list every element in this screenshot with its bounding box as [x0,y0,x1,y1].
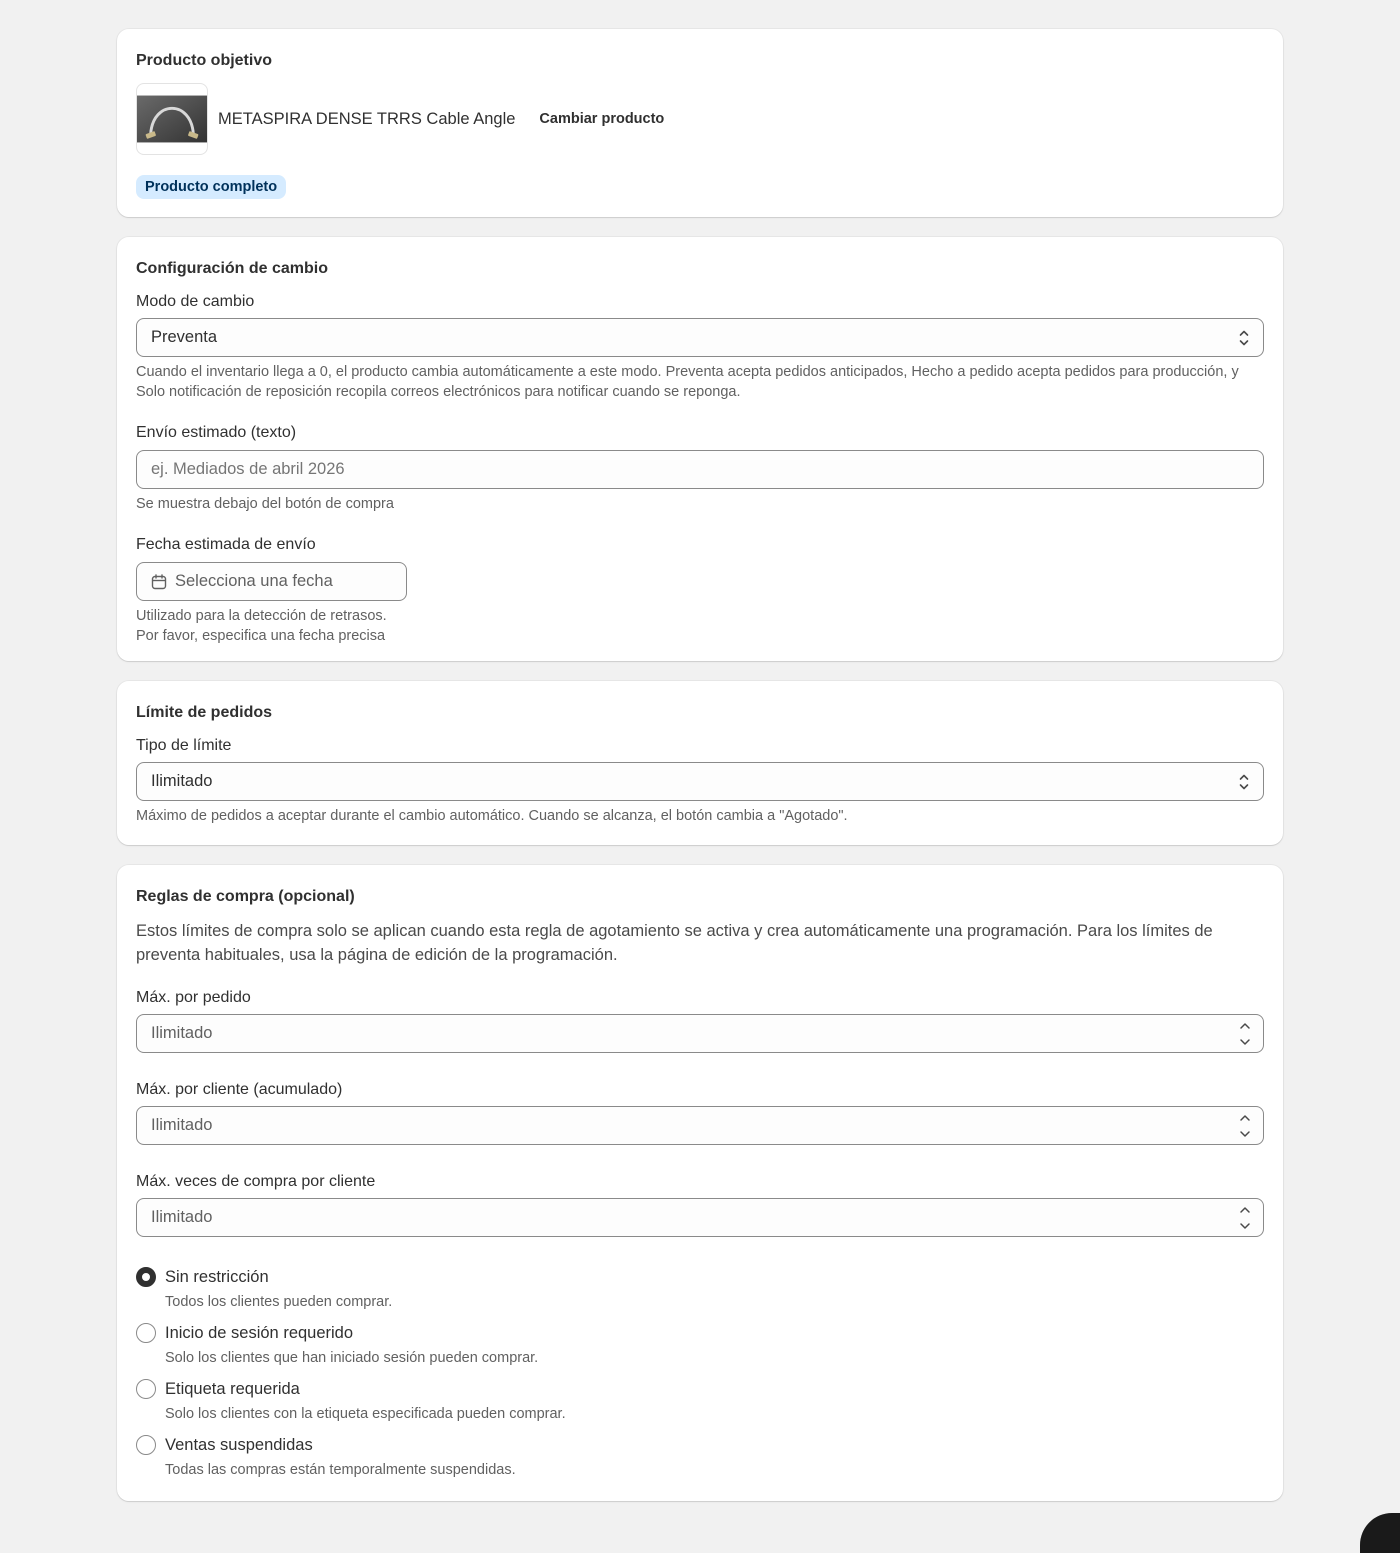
limit-type-value: Ilimitado [151,772,213,790]
quantity-stepper[interactable] [1234,1111,1256,1140]
max-per-customer-input[interactable]: Ilimitado [136,1106,1264,1145]
select-chevrons-icon [1237,772,1251,792]
radio-button[interactable] [136,1323,156,1343]
select-chevrons-icon [1237,328,1251,348]
calendar-icon [151,573,167,590]
purchase-rules-description: Estos límites de compra solo se aplican … [136,922,1213,964]
switch-config-card: Configuración de cambio Modo de cambio P… [117,237,1283,661]
decrement-icon[interactable] [1235,1219,1255,1232]
radio-option-no-restriction[interactable]: Sin restricción Todos los clientes puede… [136,1266,1264,1312]
radio-button[interactable] [136,1267,156,1287]
target-product-card: Producto objetivo METASPIRA DENSE TRRS C… [117,29,1283,217]
order-limit-card: Límite de pedidos Tipo de límite Ilimita… [117,681,1283,845]
ship-date-help-2: Por favor, especifica una fecha precisa [136,628,386,644]
radio-label: Etiqueta requerida [165,1380,300,1398]
status-badge: Producto completo [136,175,287,199]
radio-button[interactable] [136,1435,156,1455]
radio-help: Solo los clientes con la etiqueta especi… [165,1406,566,1422]
mode-help-text: Cuando el inventario llega a 0, el produ… [136,364,1239,400]
mode-select-value: Preventa [151,328,218,346]
quantity-stepper[interactable] [1234,1019,1256,1048]
limit-type-select[interactable]: Ilimitado [136,762,1264,801]
increment-icon[interactable] [1235,1019,1255,1032]
radio-label: Ventas suspendidas [165,1436,313,1454]
limit-type-label: Tipo de límite [136,737,232,754]
max-times-label: Máx. veces de compra por cliente [136,1173,376,1190]
cable-product-image [137,95,207,143]
mode-select[interactable]: Preventa [136,318,1264,357]
shipping-text-input[interactable] [136,450,1264,489]
max-per-customer-label: Máx. por cliente (acumulado) [136,1081,343,1098]
max-per-order-label: Máx. por pedido [136,989,251,1006]
max-per-order-placeholder: Ilimitado [151,1024,213,1042]
shipping-text-help: Se muestra debajo del botón de compra [136,496,394,512]
radio-help: Todos los clientes pueden comprar. [165,1294,393,1310]
radio-label: Sin restricción [165,1268,269,1286]
radio-help: Todas las compras están temporalmente su… [165,1462,516,1478]
card-title: Producto objetivo [136,52,272,69]
card-title: Límite de pedidos [136,704,273,721]
access-radio-group: Sin restricción Todos los clientes puede… [136,1266,1264,1480]
increment-icon[interactable] [1235,1203,1255,1216]
max-times-input[interactable]: Ilimitado [136,1198,1264,1237]
card-title: Reglas de compra (opcional) [136,888,355,905]
product-name: METASPIRA DENSE TRRS Cable Angle [218,109,516,128]
radio-option-login-required[interactable]: Inicio de sesión requerido Solo los clie… [136,1322,1264,1368]
decrement-icon[interactable] [1235,1127,1255,1140]
shipping-text-label: Envío estimado (texto) [136,424,297,441]
card-title: Configuración de cambio [136,260,329,277]
decrement-icon[interactable] [1235,1035,1255,1048]
change-product-button[interactable]: Cambiar producto [539,111,664,127]
max-times-placeholder: Ilimitado [151,1208,213,1226]
product-thumbnail [136,83,208,155]
ship-date-label: Fecha estimada de envío [136,536,316,553]
radio-option-tag-required[interactable]: Etiqueta requerida Solo los clientes con… [136,1378,1264,1424]
radio-label: Inicio de sesión requerido [165,1324,354,1342]
ship-date-help-1: Utilizado para la detección de retrasos. [136,608,387,624]
quantity-stepper[interactable] [1234,1203,1256,1232]
max-per-customer-placeholder: Ilimitado [151,1116,213,1134]
increment-icon[interactable] [1235,1111,1255,1124]
ship-date-picker[interactable]: Selecciona una fecha [136,562,407,601]
ship-date-placeholder: Selecciona una fecha [175,572,333,590]
purchase-rules-card: Reglas de compra (opcional) Estos límite… [117,865,1283,1501]
radio-button[interactable] [136,1379,156,1399]
limit-help-text: Máximo de pedidos a aceptar durante el c… [136,808,848,824]
radio-option-sales-suspended[interactable]: Ventas suspendidas Todas las compras est… [136,1434,1264,1480]
radio-help: Solo los clientes que han iniciado sesió… [165,1350,539,1366]
mode-label: Modo de cambio [136,293,255,310]
max-per-order-input[interactable]: Ilimitado [136,1014,1264,1053]
window-corner [1360,1513,1400,1553]
